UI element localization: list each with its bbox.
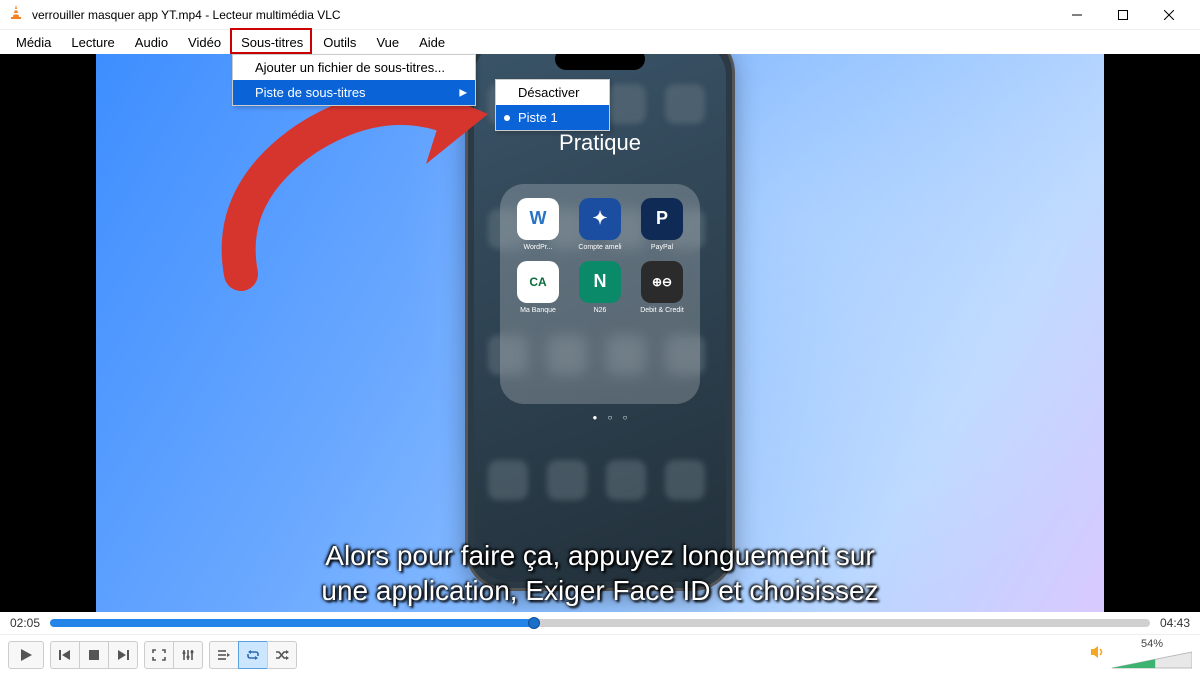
time-total: 04:43 bbox=[1160, 616, 1190, 630]
shuffle-button[interactable] bbox=[267, 641, 297, 669]
progress-track[interactable] bbox=[50, 615, 1150, 631]
speaker-icon[interactable] bbox=[1090, 645, 1106, 664]
page-dots: ● ○ ○ bbox=[512, 413, 712, 422]
volume-slider[interactable] bbox=[1112, 650, 1192, 672]
menu-item[interactable]: Piste 1 bbox=[496, 105, 609, 130]
menu-media[interactable]: Média bbox=[6, 33, 61, 52]
fullscreen-button[interactable] bbox=[144, 641, 174, 669]
app-icon: PPayPal bbox=[636, 198, 688, 251]
menu-item[interactable]: Désactiver bbox=[496, 80, 609, 105]
menu-item[interactable]: Piste de sous-titres▶ bbox=[233, 80, 475, 105]
app-icon: ⊕⊖Debit & Credit bbox=[636, 261, 688, 314]
vlc-cone-icon bbox=[8, 4, 24, 25]
app-folder: WWordPr...✦Compte ameliPPayPal CAMa Banqu… bbox=[500, 184, 700, 404]
folder-title: Pratique bbox=[468, 130, 732, 156]
play-button[interactable] bbox=[8, 641, 44, 669]
time-elapsed: 02:05 bbox=[10, 616, 40, 630]
menu-lecture[interactable]: Lecture bbox=[61, 33, 124, 52]
menu-item[interactable]: Ajouter un fichier de sous-titres... bbox=[233, 55, 475, 80]
subtitle-track-submenu: DésactiverPiste 1 bbox=[495, 79, 610, 131]
titlebar: verrouiller masquer app YT.mp4 - Lecteur… bbox=[0, 0, 1200, 30]
app-icon: NN26 bbox=[574, 261, 626, 314]
minimize-button[interactable] bbox=[1054, 0, 1100, 30]
playlist-button[interactable] bbox=[209, 641, 239, 669]
menu-aide[interactable]: Aide bbox=[409, 33, 455, 52]
volume-percent: 54% bbox=[1141, 638, 1163, 650]
video-subtitle: Alors pour faire ça, appuyez longuement … bbox=[96, 538, 1104, 608]
app-icon: ✦Compte ameli bbox=[574, 198, 626, 251]
time-bar: 02:05 04:43 bbox=[0, 612, 1200, 634]
control-bar: 54% bbox=[0, 634, 1200, 674]
menu-vue[interactable]: Vue bbox=[366, 33, 409, 52]
red-arrow-annotation bbox=[216, 84, 506, 304]
loop-button[interactable] bbox=[238, 641, 268, 669]
menubar: MédiaLectureAudioVidéoSous-titresOutilsV… bbox=[0, 30, 1200, 54]
next-button[interactable] bbox=[108, 641, 138, 669]
video-area[interactable]: Pratique WWordPr...✦Compte ameliPPayPal C… bbox=[0, 54, 1200, 612]
close-button[interactable] bbox=[1146, 0, 1192, 30]
menu-outils[interactable]: Outils bbox=[313, 33, 366, 52]
stop-button[interactable] bbox=[79, 641, 109, 669]
menu-video[interactable]: Vidéo bbox=[178, 33, 231, 52]
previous-button[interactable] bbox=[50, 641, 80, 669]
video-frame: Pratique WWordPr...✦Compte ameliPPayPal C… bbox=[96, 54, 1104, 612]
subtitles-dropdown: Ajouter un fichier de sous-titres...Pist… bbox=[232, 54, 476, 106]
window-title: verrouiller masquer app YT.mp4 - Lecteur… bbox=[32, 8, 1054, 22]
maximize-button[interactable] bbox=[1100, 0, 1146, 30]
menu-audio[interactable]: Audio bbox=[125, 33, 178, 52]
app-icon: WWordPr... bbox=[512, 198, 564, 251]
extended-settings-button[interactable] bbox=[173, 641, 203, 669]
menu-soustitres[interactable]: Sous-titres bbox=[231, 33, 313, 52]
app-icon: CAMa Banque bbox=[512, 261, 564, 314]
